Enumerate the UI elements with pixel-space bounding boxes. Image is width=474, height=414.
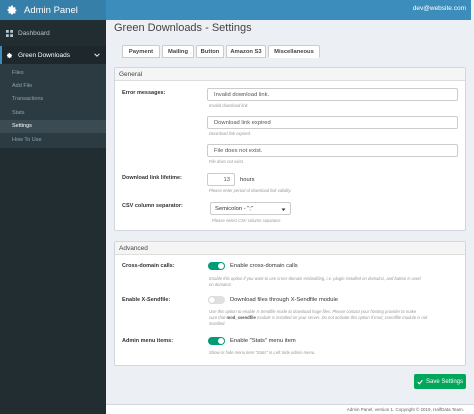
lifetime-unit: hours bbox=[240, 177, 255, 183]
file-not-exist-input[interactable]: File does not exist. bbox=[207, 144, 458, 157]
footer: Admin Panel, version 1. Copyright © 2019… bbox=[106, 404, 474, 414]
xsendfile-module-name: mod_xsendfile bbox=[226, 315, 256, 320]
xsendfile-help-line3: installed. bbox=[209, 321, 226, 326]
cog-icon bbox=[7, 5, 17, 15]
check-icon bbox=[417, 379, 423, 385]
csv-separator-help: Please select CSV column separator. bbox=[212, 218, 282, 223]
lifetime-input[interactable]: 13 bbox=[207, 173, 235, 186]
sidebar-item-settings[interactable]: Settings bbox=[0, 119, 106, 133]
sidebar-item-dashboard[interactable]: Dashboard bbox=[0, 24, 106, 42]
cross-domain-text: Enable cross-domain calls bbox=[230, 263, 298, 269]
tab-mailing[interactable]: Mailing bbox=[162, 45, 194, 58]
sidebar-item-green-downloads[interactable]: Green Downloads bbox=[0, 46, 106, 64]
xsendfile-text: Download files through X-Sendfile module bbox=[230, 297, 338, 303]
panel-heading: General bbox=[115, 68, 465, 81]
save-label: Save Settings bbox=[425, 378, 464, 385]
xsendfile-help-line2: sure that mod_xsendfile module is instal… bbox=[209, 315, 427, 320]
expired-link-help: Download link expired. bbox=[209, 131, 252, 136]
sidebar-item-files[interactable]: Files bbox=[0, 66, 106, 79]
tab-button[interactable]: Button bbox=[196, 45, 224, 58]
chevron-down-icon bbox=[94, 53, 100, 57]
stats-menu-toggle[interactable] bbox=[208, 337, 225, 345]
save-settings-button[interactable]: Save Settings bbox=[414, 374, 466, 389]
gear-icon bbox=[6, 52, 13, 58]
csv-separator-select[interactable]: Semicolon - ";" bbox=[210, 202, 291, 215]
csv-separator-label: CSV column separator: bbox=[122, 203, 183, 209]
sidebar-item-add-file[interactable]: Add File bbox=[0, 79, 106, 92]
settings-tabs: Payment Mailing Button Amazon S3 Miscell… bbox=[122, 45, 322, 58]
xsendfile-label: Enable X-Sendfile: bbox=[122, 297, 171, 303]
sidebar-submenu: Files Add File Transactions Stats Settin… bbox=[0, 64, 106, 149]
cross-domain-help-line1: Enable this option if you want to use cr… bbox=[209, 276, 421, 281]
xsendfile-toggle[interactable] bbox=[208, 296, 225, 304]
page-title: Green Downloads - Settings bbox=[114, 22, 252, 34]
tab-miscellaneous[interactable]: Miscellaneous bbox=[268, 45, 320, 58]
sidebar-item-transactions[interactable]: Transactions bbox=[0, 93, 106, 106]
sidebar: Admin Panel Dashboard Green Downloads Fi… bbox=[0, 0, 106, 414]
error-messages-label: Error messages: bbox=[122, 90, 166, 96]
footer-text: Admin Panel, version 1. Copyright © 2019… bbox=[346, 407, 464, 412]
panel-heading: Advanced bbox=[115, 242, 465, 255]
sidebar-item-label: Green Downloads bbox=[18, 51, 71, 59]
tab-payment[interactable]: Payment bbox=[122, 45, 160, 58]
sidebar-item-stats[interactable]: Stats bbox=[0, 106, 106, 119]
advanced-panel: Advanced bbox=[114, 241, 466, 366]
lifetime-help: Please enter period of download link val… bbox=[209, 188, 292, 193]
expired-link-input[interactable]: Download link expired bbox=[207, 116, 458, 129]
dashboard-icon bbox=[6, 29, 13, 37]
lifetime-label: Download link lifetime: bbox=[122, 175, 182, 181]
invalid-link-help: Invalid download link. bbox=[209, 103, 249, 108]
brand-title: Admin Panel bbox=[24, 4, 78, 16]
cross-domain-help-line2: on domain2. bbox=[209, 282, 233, 287]
xsendfile-help-suffix: module is installed on your server. Do n… bbox=[256, 315, 428, 320]
csv-separator-value: Semicolon - ";" bbox=[215, 205, 253, 212]
brand[interactable]: Admin Panel bbox=[0, 0, 106, 20]
xsendfile-help-line1: Use this option to enable X-Sendfile mod… bbox=[209, 309, 417, 314]
cross-domain-toggle[interactable] bbox=[208, 262, 225, 270]
invalid-link-input[interactable]: Invalid download link. bbox=[207, 88, 458, 101]
top-bar: dev@website.com bbox=[106, 0, 474, 20]
stats-menu-help: Show or hide menu item "Stats" in Left S… bbox=[209, 350, 316, 355]
sidebar-item-how-to-use[interactable]: How To Use bbox=[0, 133, 106, 146]
stats-menu-text: Enable "Stats" menu item bbox=[230, 338, 296, 344]
file-not-exist-help: File does not exist. bbox=[209, 159, 244, 164]
cross-domain-label: Cross-domain calls: bbox=[122, 263, 175, 269]
tab-amazon-s3[interactable]: Amazon S3 bbox=[226, 45, 266, 58]
user-email[interactable]: dev@website.com bbox=[413, 5, 466, 12]
chevron-down-icon bbox=[281, 208, 286, 211]
xsendfile-help-prefix: sure that bbox=[209, 315, 226, 320]
sidebar-item-label: Dashboard bbox=[18, 29, 50, 37]
admin-menu-label: Admin menu items: bbox=[122, 338, 174, 344]
